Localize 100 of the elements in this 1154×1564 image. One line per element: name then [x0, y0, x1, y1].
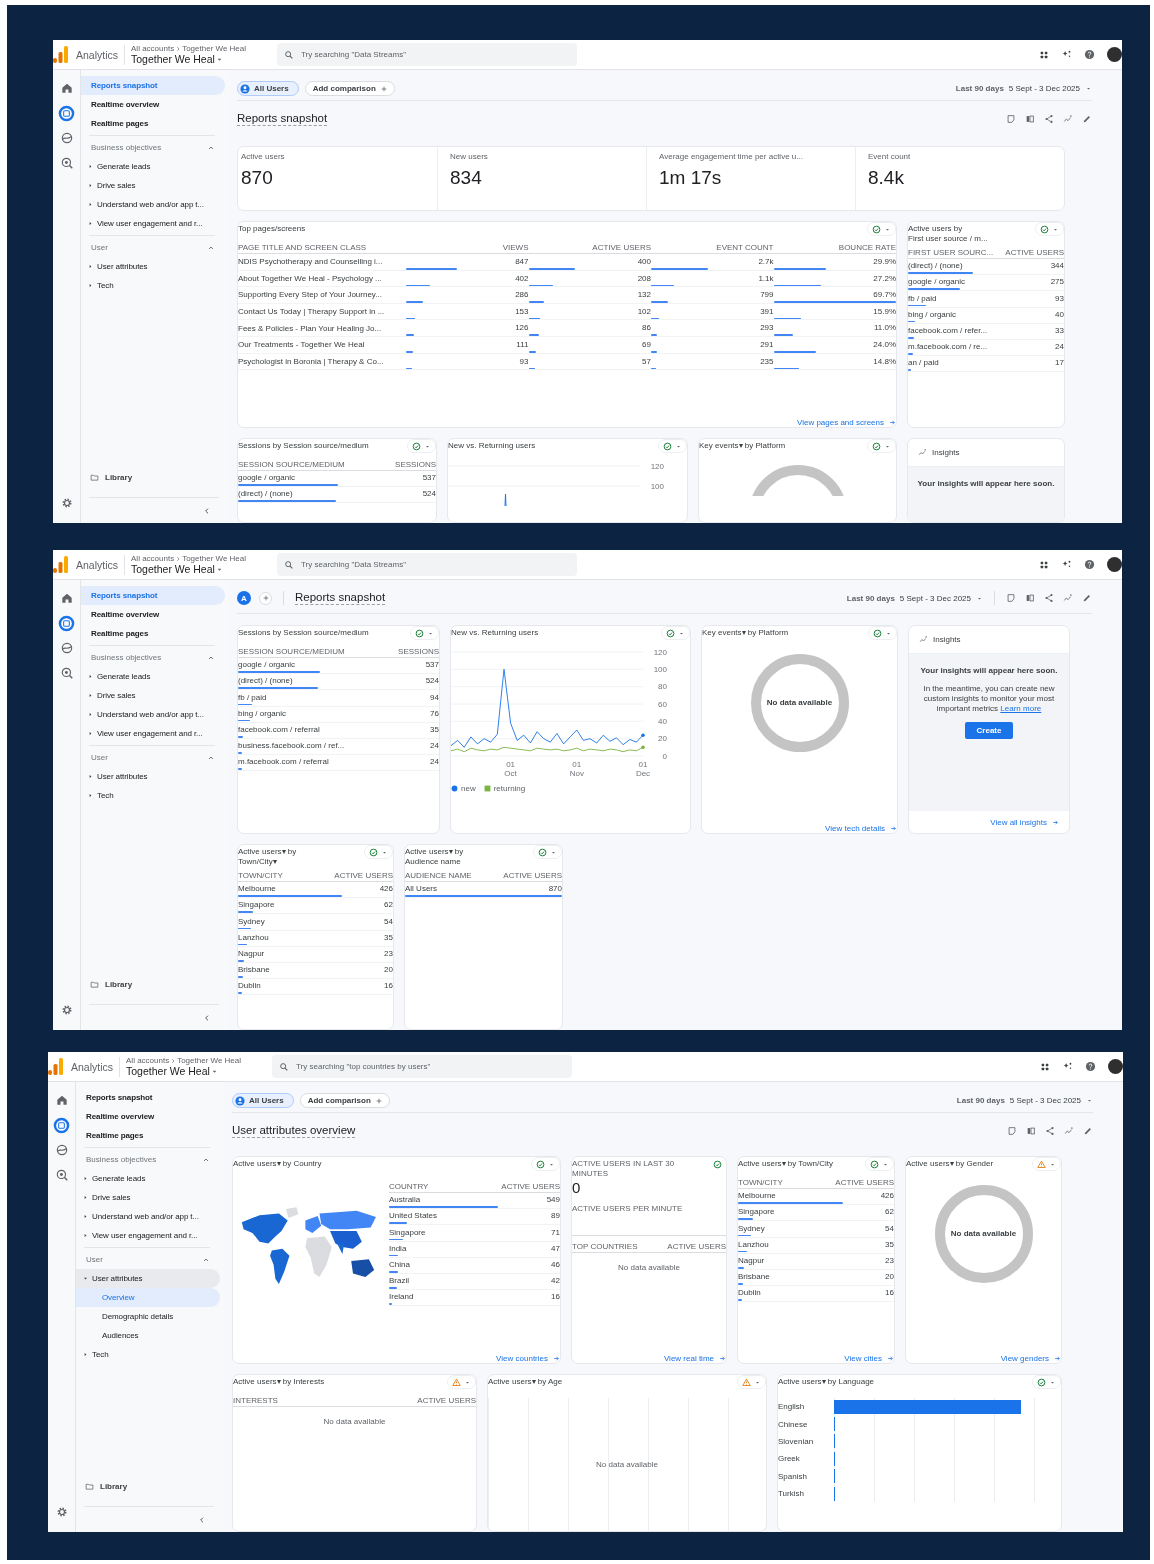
search-field[interactable]: Try searching "Data Streams": [277, 43, 577, 66]
settings-icon[interactable]: [60, 1004, 73, 1016]
sparkle-icon[interactable]: [1062, 1061, 1073, 1072]
section-header[interactable]: Business objectives: [81, 138, 225, 157]
sparkle-icon[interactable]: [1061, 559, 1072, 570]
nav-item[interactable]: Demographic details: [76, 1307, 220, 1326]
date-range-picker[interactable]: Last 90 days 5 Sept - 3 Dec 2025: [846, 593, 983, 603]
explore-icon[interactable]: [59, 131, 74, 145]
note-icon[interactable]: [1006, 113, 1016, 124]
nav-item[interactable]: Understand web and/or app t...: [81, 705, 225, 724]
segment-chip[interactable]: All Users: [232, 1093, 294, 1108]
property-selector[interactable]: Together We Heal: [131, 563, 265, 575]
breadcrumb-link[interactable]: All accounts: [131, 554, 175, 563]
search-field[interactable]: Try searching "Data Streams": [277, 553, 577, 576]
share-icon[interactable]: [1044, 593, 1054, 603]
compare-icon[interactable]: [1026, 1125, 1036, 1136]
nav-item[interactable]: Generate leads: [76, 1169, 220, 1188]
advertising-icon[interactable]: [54, 1168, 69, 1182]
nav-item[interactable]: Drive sales: [81, 686, 225, 705]
breadcrumb-link[interactable]: All accounts: [131, 44, 175, 53]
nav-item[interactable]: Tech: [81, 786, 225, 805]
edit-icon[interactable]: [1083, 1125, 1093, 1136]
advertising-icon[interactable]: [59, 666, 74, 680]
reports-icon[interactable]: [58, 615, 75, 632]
section-header[interactable]: User: [81, 748, 225, 767]
nav-item[interactable]: Realtime overview: [81, 95, 225, 114]
nav-item[interactable]: View user engagement and r...: [76, 1226, 220, 1245]
explore-icon[interactable]: [54, 1143, 69, 1157]
explore-icon[interactable]: [59, 641, 74, 655]
add-comparison-button[interactable]: Add comparison: [304, 81, 395, 96]
date-range-picker[interactable]: Last 90 days 5 Sept - 3 Dec 2025: [955, 84, 1092, 93]
section-header[interactable]: User: [81, 238, 225, 257]
nav-item[interactable]: Generate leads: [81, 157, 225, 176]
home-icon[interactable]: [59, 81, 74, 95]
home-icon[interactable]: [54, 1093, 69, 1107]
share-icon[interactable]: [1044, 113, 1054, 124]
nav-item[interactable]: View user engagement and r...: [81, 214, 225, 233]
nav-item[interactable]: User attributes: [81, 257, 225, 276]
nav-item[interactable]: View user engagement and r...: [81, 724, 225, 743]
view-link[interactable]: View pages and screens: [796, 418, 896, 427]
learn-more-link[interactable]: Learn more: [1000, 704, 1042, 713]
nav-item[interactable]: Understand web and/or app t...: [76, 1207, 220, 1226]
compare-icon[interactable]: [1025, 113, 1035, 124]
breadcrumb-link[interactable]: All accounts: [126, 1056, 170, 1065]
section-header[interactable]: Business objectives: [81, 648, 225, 667]
nav-item[interactable]: Audiences: [76, 1326, 220, 1345]
create-button[interactable]: Create: [964, 722, 1014, 739]
view-link[interactable]: View all insights: [990, 817, 1059, 827]
share-icon[interactable]: [1045, 1125, 1055, 1136]
view-link[interactable]: View tech details: [825, 824, 897, 833]
collapse-chevron-icon[interactable]: [198, 1515, 206, 1524]
library-link[interactable]: Library: [81, 974, 225, 994]
settings-icon[interactable]: [60, 497, 73, 509]
nav-item[interactable]: Generate leads: [81, 667, 225, 686]
edit-icon[interactable]: [1082, 593, 1092, 603]
advertising-icon[interactable]: [59, 156, 74, 170]
home-icon[interactable]: [59, 591, 74, 605]
section-header[interactable]: Business objectives: [76, 1150, 220, 1169]
nav-item[interactable]: Realtime pages: [81, 114, 225, 133]
view-link[interactable]: View countries: [496, 1354, 560, 1363]
nav-item[interactable]: User attributes: [81, 767, 225, 786]
nav-item[interactable]: Realtime overview: [81, 605, 225, 624]
nav-item[interactable]: Reports snapshot: [81, 586, 225, 605]
account-avatar[interactable]: [1107, 47, 1122, 62]
property-selector[interactable]: Together We Heal: [131, 53, 265, 65]
segment-chip[interactable]: All Users: [237, 81, 299, 96]
settings-icon[interactable]: [55, 1506, 68, 1518]
nav-item[interactable]: User attributes: [76, 1269, 220, 1288]
view-link[interactable]: View cities: [844, 1354, 894, 1363]
nav-item[interactable]: Realtime pages: [81, 624, 225, 643]
breadcrumb-link[interactable]: Together We Heal: [177, 1056, 242, 1065]
nav-item[interactable]: Realtime pages: [76, 1126, 220, 1145]
breadcrumb-link[interactable]: Together We Heal: [182, 554, 247, 563]
nav-item[interactable]: Reports snapshot: [76, 1088, 220, 1107]
section-header[interactable]: User: [76, 1250, 220, 1269]
reports-icon[interactable]: [53, 1117, 70, 1134]
nav-item[interactable]: Drive sales: [81, 176, 225, 195]
collapse-chevron-icon[interactable]: [203, 1013, 211, 1022]
apps-grid-icon[interactable]: [1039, 49, 1049, 60]
nav-item[interactable]: Tech: [76, 1345, 220, 1364]
apps-grid-icon[interactable]: [1039, 559, 1049, 570]
nav-item[interactable]: Drive sales: [76, 1188, 220, 1207]
nav-item[interactable]: Understand web and/or app t...: [81, 195, 225, 214]
compare-icon[interactable]: [1025, 593, 1035, 603]
note-icon[interactable]: [1007, 1125, 1017, 1136]
collapse-chevron-icon[interactable]: [203, 506, 211, 515]
help-icon[interactable]: [1084, 559, 1095, 570]
view-link[interactable]: View genders: [1000, 1354, 1061, 1363]
nav-item[interactable]: Overview: [76, 1288, 220, 1307]
nav-item[interactable]: Realtime overview: [76, 1107, 220, 1126]
add-comparison-button[interactable]: Add comparison: [299, 1093, 390, 1108]
nav-item[interactable]: Tech: [81, 276, 225, 295]
breadcrumb-link[interactable]: Together We Heal: [182, 44, 247, 53]
account-avatar[interactable]: [1107, 557, 1122, 572]
segment-badge[interactable]: A: [237, 591, 251, 605]
edit-icon[interactable]: [1082, 113, 1092, 124]
property-selector[interactable]: Together We Heal: [126, 1065, 260, 1077]
library-link[interactable]: Library: [81, 467, 225, 487]
account-avatar[interactable]: [1108, 1059, 1123, 1074]
apps-grid-icon[interactable]: [1040, 1061, 1050, 1072]
